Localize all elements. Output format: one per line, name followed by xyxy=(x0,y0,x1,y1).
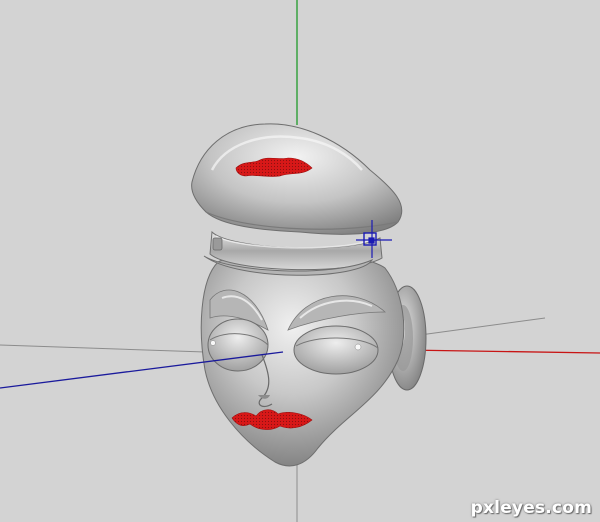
right-eye[interactable] xyxy=(293,325,379,375)
grid-line-right xyxy=(419,317,546,336)
cap-crown[interactable] xyxy=(191,123,403,235)
left-eye[interactable] xyxy=(207,318,269,372)
cap-button[interactable] xyxy=(212,237,223,251)
grid-line-left xyxy=(0,344,206,353)
x-axis-line xyxy=(404,349,600,354)
viewport-canvas xyxy=(0,0,600,522)
3d-viewport[interactable]: pxleyes.com xyxy=(0,0,600,522)
watermark-logo: pxleyes.com xyxy=(470,498,592,518)
